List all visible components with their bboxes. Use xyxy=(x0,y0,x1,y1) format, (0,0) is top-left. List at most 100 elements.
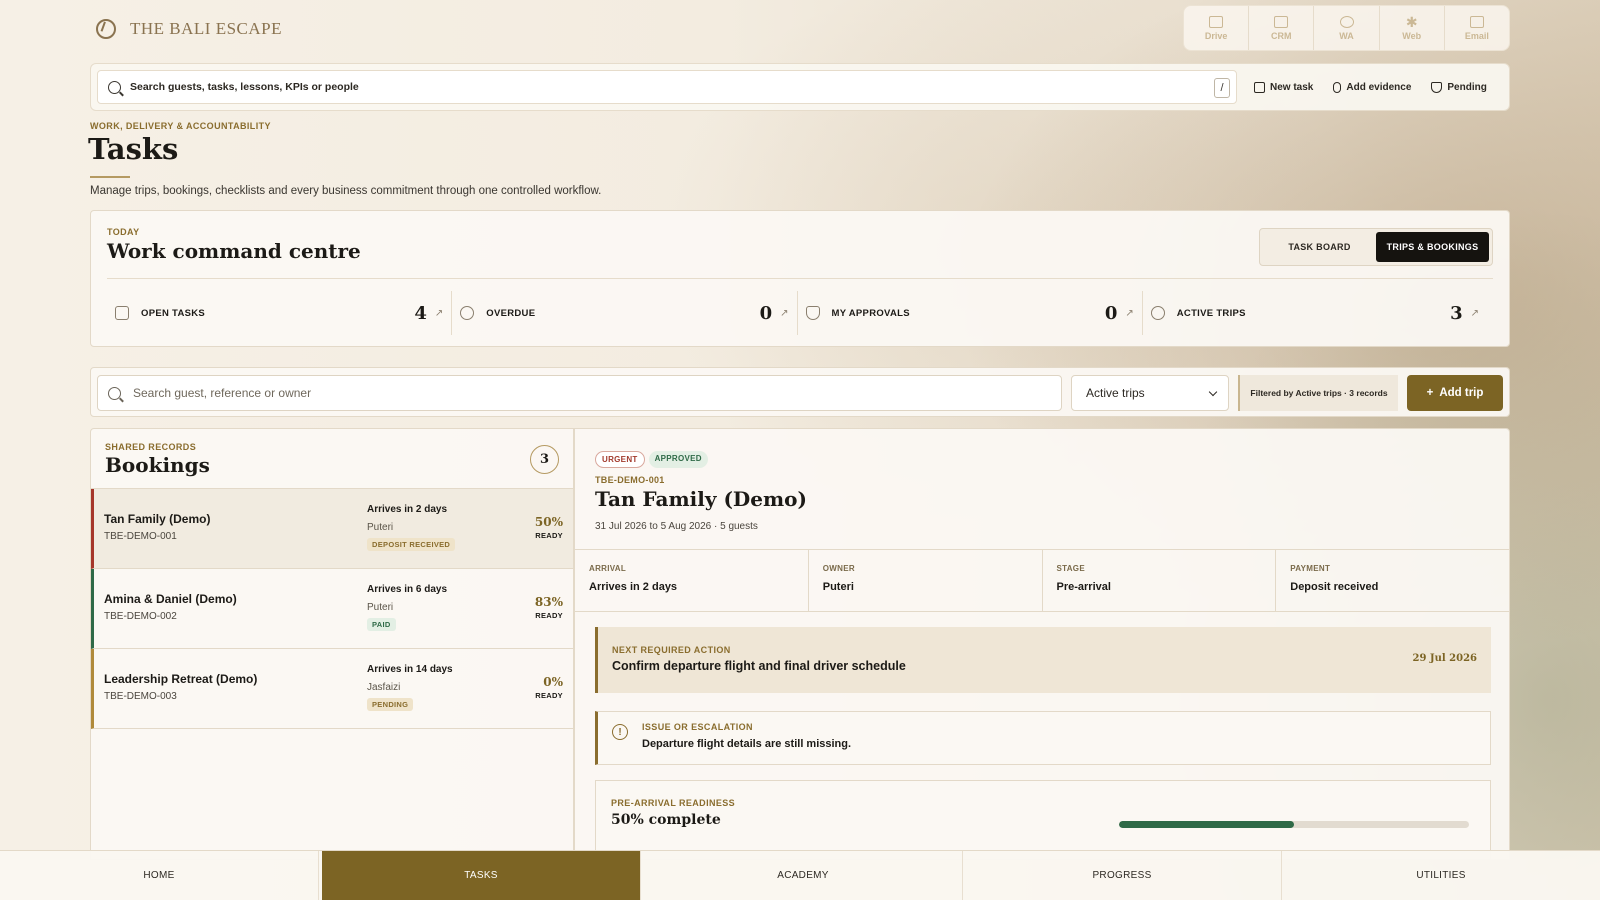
readiness-progress-fill xyxy=(1119,821,1294,828)
nav-progress[interactable]: PROGRESS xyxy=(963,851,1282,900)
readiness-eyebrow: PRE-ARRIVAL READINESS xyxy=(611,798,736,808)
readiness-progress-bar xyxy=(1119,821,1469,828)
kpi-label: OVERDUE xyxy=(486,307,536,319)
app-crm[interactable]: CRM xyxy=(1249,6,1315,50)
next-action-panel[interactable]: NEXT REQUIRED ACTION Confirm departure f… xyxy=(595,627,1491,693)
trip-status-select[interactable]: Active trips xyxy=(1071,375,1229,411)
brand[interactable]: THE BALI ESCAPE xyxy=(96,18,282,40)
bookings-count-badge: 3 xyxy=(530,445,559,474)
add-evidence-button[interactable]: Add evidence xyxy=(1333,81,1412,93)
app-wa[interactable]: WA xyxy=(1314,6,1380,50)
search-icon xyxy=(108,80,121,94)
command-centre-card: TODAY Work command centre TASK BOARD TRI… xyxy=(90,210,1510,347)
pending-label: Pending xyxy=(1447,81,1487,93)
app-web[interactable]: ✱ Web xyxy=(1380,6,1445,50)
global-search-input[interactable]: Search guests, tasks, lessons, KPIs or p… xyxy=(97,70,1237,104)
chat-icon xyxy=(1339,15,1354,28)
kpi-value: 0 xyxy=(1104,302,1118,324)
page-eyebrow: WORK, DELIVERY & ACCOUNTABILITY xyxy=(90,121,271,131)
booking-rows: Tan Family (Demo) TBE-DEMO-001 Arrives i… xyxy=(91,489,573,729)
app-label: WA xyxy=(1339,30,1354,41)
arrow-up-right-icon: ↗ xyxy=(434,307,444,319)
payment-status-badge: DEPOSIT RECEIVED xyxy=(367,538,456,551)
readiness-label: READY xyxy=(535,531,563,540)
add-trip-button[interactable]: + Add trip xyxy=(1407,375,1503,411)
folder-icon xyxy=(1209,15,1224,28)
nav-tasks[interactable]: TASKS xyxy=(322,851,641,900)
next-action-text: Confirm departure flight and final drive… xyxy=(612,659,906,673)
readiness-label: READY xyxy=(535,691,563,700)
app-label: Drive xyxy=(1204,30,1228,41)
list-plus-icon xyxy=(1254,81,1265,93)
fact-arrival: ARRIVAL Arrives in 2 days xyxy=(575,550,809,611)
search-icon xyxy=(108,386,121,400)
readiness-panel: PRE-ARRIVAL READINESS 50% complete xyxy=(595,780,1491,859)
pending-button[interactable]: Pending xyxy=(1431,81,1487,93)
trip-search-placeholder: Search guest, reference or owner xyxy=(133,386,312,400)
palm-logo-icon xyxy=(96,19,116,39)
filter-summary: Filtered by Active trips · 3 records xyxy=(1238,375,1398,411)
arrow-up-right-icon: ↗ xyxy=(1470,307,1479,319)
global-search-bar: Search guests, tasks, lessons, KPIs or p… xyxy=(90,63,1510,111)
page-title: Tasks xyxy=(88,132,179,166)
nav-utilities[interactable]: UTILITIES xyxy=(1282,851,1600,900)
kpi-active-trips[interactable]: ACTIVE TRIPS 3 ↗ xyxy=(1143,291,1487,335)
trip-search-input[interactable]: Search guest, reference or owner xyxy=(97,375,1062,411)
fact-label: PAYMENT xyxy=(1290,564,1331,573)
kpi-value: 0 xyxy=(759,302,773,324)
booking-ref: TBE-DEMO-001 xyxy=(104,531,177,542)
asterisk-icon: ✱ xyxy=(1405,13,1418,30)
shortcut-key: / xyxy=(1214,78,1230,98)
issue-panel[interactable]: ! ISSUE OR ESCALATION Departure flight d… xyxy=(595,711,1491,765)
kpi-overdue[interactable]: OVERDUE 0 ↗ xyxy=(452,291,798,335)
arrow-up-right-icon: ↗ xyxy=(1125,307,1134,319)
booking-name: Tan Family (Demo) xyxy=(104,512,211,526)
readiness-percent: 0% xyxy=(543,675,563,689)
payment-status-badge: PENDING xyxy=(367,698,414,711)
booking-detail: URGENT APPROVED TBE-DEMO-001 Tan Family … xyxy=(574,428,1510,860)
payment-status-badge: PAID xyxy=(367,618,396,631)
fact-label: STAGE xyxy=(1056,564,1085,573)
booking-row[interactable]: Amina & Daniel (Demo) TBE-DEMO-002 Arriv… xyxy=(91,569,573,649)
shield-check-icon xyxy=(805,306,820,320)
booking-row[interactable]: Tan Family (Demo) TBE-DEMO-001 Arrives i… xyxy=(91,489,573,569)
fact-payment: PAYMENT Deposit received xyxy=(1276,550,1509,611)
nav-academy[interactable]: ACADEMY xyxy=(644,851,963,900)
next-action-date: 29 Jul 2026 xyxy=(1412,653,1477,664)
kpi-open-tasks[interactable]: OPEN TASKS 4 ↗ xyxy=(107,291,453,335)
new-task-button[interactable]: New task xyxy=(1254,81,1313,93)
app-label: Email xyxy=(1464,30,1489,41)
brand-name: THE BALI ESCAPE xyxy=(130,19,282,38)
add-evidence-label: Add evidence xyxy=(1346,81,1412,93)
booking-arrival: Arrives in 2 days xyxy=(367,504,448,515)
view-toggle: TASK BOARD TRIPS & BOOKINGS xyxy=(1259,228,1493,266)
fact-value: Arrives in 2 days xyxy=(589,581,678,593)
checklist-icon xyxy=(115,306,129,320)
booking-arrival: Arrives in 6 days xyxy=(367,584,448,595)
kpi-value: 3 xyxy=(1450,302,1463,324)
app-drive[interactable]: Drive xyxy=(1184,6,1250,50)
app-email[interactable]: Email xyxy=(1445,6,1509,50)
bookings-title: Bookings xyxy=(105,453,210,477)
booking-name: Leadership Retreat (Demo) xyxy=(104,672,258,686)
kpi-my-approvals[interactable]: MY APPROVALS 0 ↗ xyxy=(798,291,1143,335)
trip-filter-bar: Search guest, reference or owner Active … xyxy=(90,367,1510,417)
kpi-label: OPEN TASKS xyxy=(141,307,206,319)
tab-task-board[interactable]: TASK BOARD xyxy=(1263,232,1376,262)
fact-value: Pre-arrival xyxy=(1056,581,1111,593)
readiness-label: READY xyxy=(535,611,563,620)
divider xyxy=(107,278,1493,279)
nav-home[interactable]: HOME xyxy=(0,851,319,900)
bookings-list: SHARED RECORDS Bookings 3 Tan Family (De… xyxy=(90,428,574,860)
tab-trips-bookings[interactable]: TRIPS & BOOKINGS xyxy=(1376,232,1489,262)
paperclip-icon xyxy=(1333,81,1342,93)
command-centre-title: Work command centre xyxy=(107,239,361,263)
fact-label: ARRIVAL xyxy=(589,564,627,573)
shield-icon xyxy=(1431,81,1443,93)
approved-badge: APPROVED xyxy=(648,451,708,468)
page-subtitle: Manage trips, bookings, checklists and e… xyxy=(90,185,602,197)
readiness-percent: 83% xyxy=(534,595,563,609)
next-action-eyebrow: NEXT REQUIRED ACTION xyxy=(612,645,731,655)
app-label: CRM xyxy=(1271,30,1292,41)
booking-row[interactable]: Leadership Retreat (Demo) TBE-DEMO-003 A… xyxy=(91,649,573,729)
